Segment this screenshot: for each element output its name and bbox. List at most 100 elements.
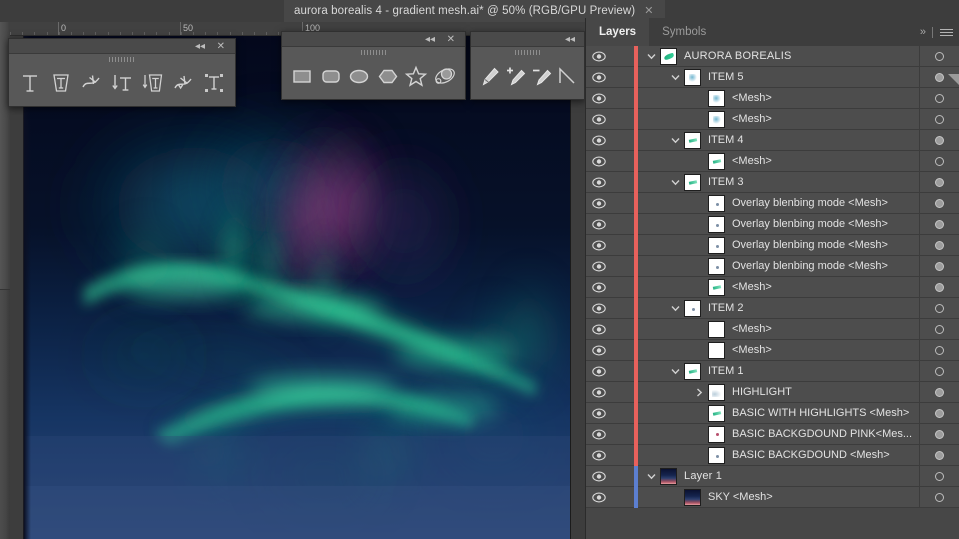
target-indicator[interactable] xyxy=(919,129,959,151)
lock-toggle[interactable] xyxy=(612,130,634,151)
target-indicator[interactable] xyxy=(919,381,959,403)
layer-row[interactable]: BASIC WITH HIGHLIGHTS <Mesh> xyxy=(586,402,959,424)
shape-tools-palette[interactable]: ◂◂ ✕ xyxy=(281,31,466,100)
target-indicator[interactable] xyxy=(919,486,959,508)
pen-tools-palette[interactable]: ◂◂ xyxy=(470,31,585,100)
target-circle-icon[interactable] xyxy=(935,72,944,82)
palette-titlebar[interactable]: ◂◂ ✕ xyxy=(282,32,465,47)
target-indicator[interactable] xyxy=(919,360,959,382)
palette-titlebar[interactable]: ◂◂ xyxy=(471,32,584,47)
layer-row[interactable]: BASIC BACKGDOUND PINK<Mes... xyxy=(586,423,959,445)
layer-row[interactable]: <Mesh> xyxy=(586,339,959,361)
palette-grip[interactable] xyxy=(471,47,584,58)
target-circle-icon[interactable] xyxy=(935,261,944,271)
layer-thumbnail[interactable] xyxy=(684,488,701,506)
visibility-toggle[interactable] xyxy=(586,193,612,214)
lock-toggle[interactable] xyxy=(612,109,634,130)
target-circle-icon[interactable] xyxy=(935,93,944,103)
layer-thumbnail[interactable] xyxy=(708,89,725,107)
target-indicator[interactable] xyxy=(919,150,959,172)
lock-toggle[interactable] xyxy=(612,193,634,214)
layer-body[interactable]: Overlay blenbing mode <Mesh> xyxy=(642,214,919,235)
pen-tool-icon[interactable] xyxy=(478,61,502,91)
lock-toggle[interactable] xyxy=(612,382,634,403)
target-indicator[interactable] xyxy=(919,87,959,109)
target-circle-icon[interactable] xyxy=(935,324,944,334)
layer-body[interactable]: <Mesh> xyxy=(642,277,919,298)
target-indicator[interactable] xyxy=(919,465,959,487)
lock-toggle[interactable] xyxy=(612,214,634,235)
visibility-toggle[interactable] xyxy=(586,340,612,361)
vertical-type-tool-icon[interactable] xyxy=(108,68,137,98)
layer-body[interactable]: Overlay blenbing mode <Mesh> xyxy=(642,235,919,256)
target-indicator[interactable] xyxy=(919,339,959,361)
chevron-down-icon[interactable] xyxy=(666,361,684,382)
palette-grip[interactable] xyxy=(9,54,235,65)
layer-row[interactable]: ITEM 1 xyxy=(586,360,959,382)
target-circle-icon[interactable] xyxy=(935,156,944,166)
type-tools-palette[interactable]: ◂◂ ✕ xyxy=(8,38,236,107)
target-indicator[interactable] xyxy=(919,444,959,466)
target-indicator[interactable] xyxy=(919,297,959,319)
delete-anchor-point-tool-icon[interactable] xyxy=(530,61,554,91)
layer-row[interactable]: Layer 1 xyxy=(586,465,959,487)
target-indicator[interactable] xyxy=(919,192,959,214)
layer-body[interactable]: ITEM 3 xyxy=(642,172,919,193)
visibility-toggle[interactable] xyxy=(586,235,612,256)
layer-row[interactable]: BASIC BACKGDOUND <Mesh> xyxy=(586,444,959,466)
layer-thumbnail[interactable] xyxy=(708,110,725,128)
target-circle-icon[interactable] xyxy=(935,471,944,481)
chevron-down-icon[interactable] xyxy=(666,130,684,151)
close-icon[interactable]: ✕ xyxy=(644,5,653,17)
chevron-down-icon[interactable] xyxy=(666,172,684,193)
target-circle-icon[interactable] xyxy=(935,114,944,124)
layer-thumbnail[interactable] xyxy=(708,257,725,275)
layer-row[interactable]: HIGHLIGHT xyxy=(586,381,959,403)
lock-toggle[interactable] xyxy=(612,67,634,88)
layer-thumbnail[interactable] xyxy=(708,278,725,296)
chevron-double-right-icon[interactable]: » xyxy=(920,26,926,38)
visibility-toggle[interactable] xyxy=(586,256,612,277)
lock-toggle[interactable] xyxy=(612,466,634,487)
target-circle-icon[interactable] xyxy=(935,303,944,313)
lock-toggle[interactable] xyxy=(612,235,634,256)
layer-body[interactable]: <Mesh> xyxy=(642,109,919,130)
lock-toggle[interactable] xyxy=(612,340,634,361)
layer-list[interactable]: AURORA BOREALIS ITEM 5 <Mesh> <Mesh> ITEM 4 <… xyxy=(586,46,959,539)
target-circle-icon[interactable] xyxy=(935,408,944,418)
layer-row[interactable]: <Mesh> xyxy=(586,108,959,130)
type-on-path-tool-icon[interactable] xyxy=(77,68,106,98)
layer-body[interactable]: Layer 1 xyxy=(642,466,919,487)
visibility-toggle[interactable] xyxy=(586,361,612,382)
lock-toggle[interactable] xyxy=(612,319,634,340)
visibility-toggle[interactable] xyxy=(586,403,612,424)
layer-thumbnail[interactable] xyxy=(684,131,701,149)
visibility-toggle[interactable] xyxy=(586,319,612,340)
target-circle-icon[interactable] xyxy=(935,219,944,229)
target-circle-icon[interactable] xyxy=(935,240,944,250)
target-indicator[interactable] xyxy=(919,402,959,424)
visibility-toggle[interactable] xyxy=(586,424,612,445)
target-indicator[interactable] xyxy=(919,255,959,277)
layer-body[interactable]: ITEM 2 xyxy=(642,298,919,319)
visibility-toggle[interactable] xyxy=(586,487,612,508)
chevron-down-icon[interactable] xyxy=(666,298,684,319)
layer-row[interactable]: ITEM 2 xyxy=(586,297,959,319)
visibility-toggle[interactable] xyxy=(586,445,612,466)
layer-thumbnail[interactable] xyxy=(708,194,725,212)
target-circle-icon[interactable] xyxy=(935,198,944,208)
layer-body[interactable]: BASIC BACKGDOUND <Mesh> xyxy=(642,445,919,466)
layer-body[interactable]: <Mesh> xyxy=(642,151,919,172)
layer-thumbnail[interactable] xyxy=(708,425,725,443)
layer-body[interactable]: AURORA BOREALIS xyxy=(642,46,919,67)
layer-row[interactable]: SKY <Mesh> xyxy=(586,486,959,508)
layer-body[interactable]: BASIC WITH HIGHLIGHTS <Mesh> xyxy=(642,403,919,424)
visibility-toggle[interactable] xyxy=(586,466,612,487)
target-indicator[interactable] xyxy=(919,276,959,298)
layer-thumbnail[interactable] xyxy=(684,68,701,86)
target-circle-icon[interactable] xyxy=(935,429,944,439)
layer-body[interactable]: Overlay blenbing mode <Mesh> xyxy=(642,193,919,214)
layer-row[interactable]: ITEM 4 xyxy=(586,129,959,151)
layer-body[interactable]: ITEM 5 xyxy=(642,67,919,88)
visibility-toggle[interactable] xyxy=(586,109,612,130)
